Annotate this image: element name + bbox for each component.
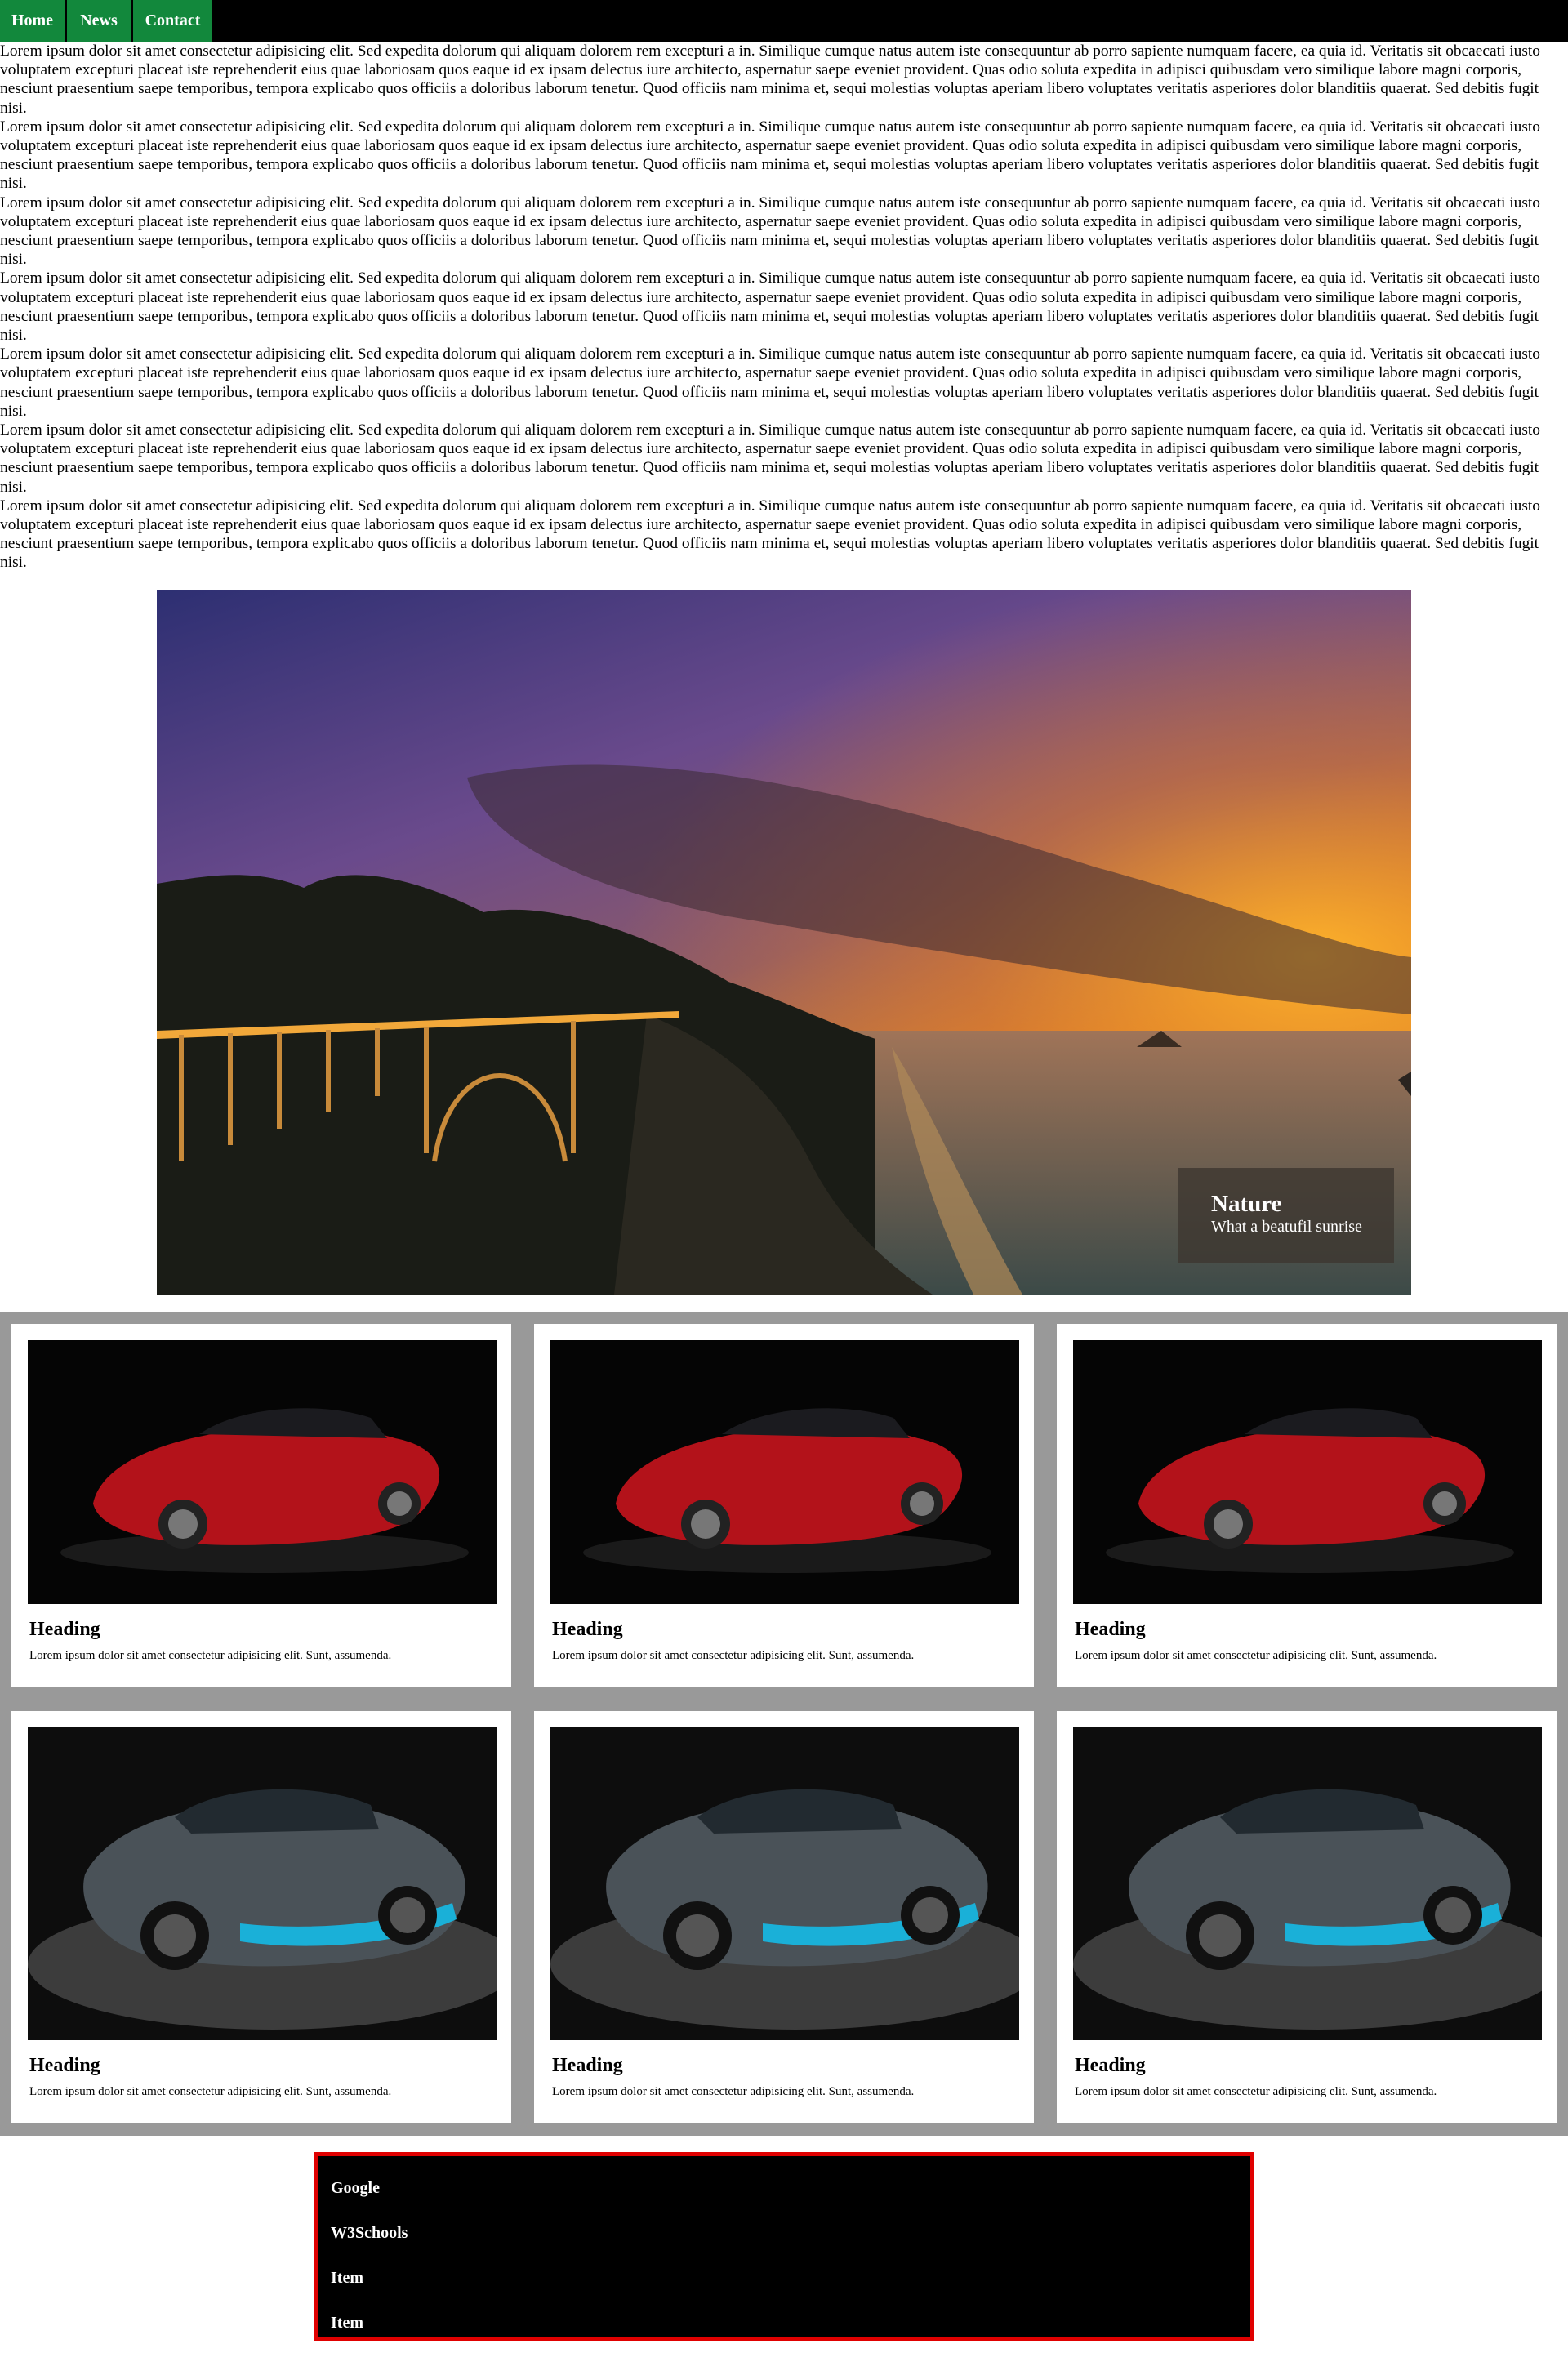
card-row: Heading Lorem ipsum dolor sit amet conse… [11, 1710, 1557, 2123]
card[interactable]: Heading Lorem ipsum dolor sit amet conse… [11, 1323, 511, 1687]
blue-car-image [1073, 1727, 1542, 2040]
hero-image: Nature What a beatufil sunrise [157, 589, 1411, 1295]
card[interactable]: Heading Lorem ipsum dolor sit amet conse… [534, 1710, 1034, 2123]
card[interactable]: Heading Lorem ipsum dolor sit amet conse… [1057, 1710, 1557, 2123]
lorem-paragraph: Lorem ipsum dolor sit amet consectetur a… [0, 497, 1540, 572]
lorem-paragraph: Lorem ipsum dolor sit amet consectetur a… [0, 42, 1540, 117]
card[interactable]: Heading Lorem ipsum dolor sit amet conse… [11, 1710, 511, 2123]
red-car-image [1073, 1339, 1542, 1604]
card[interactable]: Heading Lorem ipsum dolor sit amet conse… [534, 1323, 1034, 1687]
lorem-paragraph: Lorem ipsum dolor sit amet consectetur a… [0, 118, 1540, 193]
card-heading: Heading [1075, 2054, 1146, 2076]
card-heading: Heading [552, 1618, 623, 1640]
blue-car-image [28, 1727, 497, 2040]
top-nav: Home News Contact [0, 0, 1568, 42]
card-text: Lorem ipsum dolor sit amet consectetur a… [1075, 2084, 1437, 2098]
blue-car-image [550, 1727, 1019, 2040]
card-text: Lorem ipsum dolor sit amet consectetur a… [1075, 1648, 1437, 1662]
footer-link-w3schools[interactable]: W3Schools [318, 2211, 1250, 2256]
lorem-paragraph: Lorem ipsum dolor sit amet consectetur a… [0, 270, 1540, 345]
footer-link-item[interactable]: Item [318, 2256, 1250, 2301]
footer-link-item[interactable]: Item [318, 2301, 1250, 2346]
card-text: Lorem ipsum dolor sit amet consectetur a… [552, 2084, 915, 2098]
card-text: Lorem ipsum dolor sit amet consectetur a… [29, 1648, 392, 1662]
cards-grid: Heading Lorem ipsum dolor sit amet conse… [0, 1312, 1568, 2136]
card-row: Heading Lorem ipsum dolor sit amet conse… [11, 1323, 1557, 1687]
nav-news-link[interactable]: News [67, 0, 133, 42]
card[interactable]: Heading Lorem ipsum dolor sit amet conse… [1057, 1323, 1557, 1687]
hero-caption: Nature What a beatufil sunrise [1178, 1167, 1394, 1263]
nav-contact-link[interactable]: Contact [133, 0, 215, 42]
nav-home-link[interactable]: Home [0, 0, 67, 42]
lorem-paragraph: Lorem ipsum dolor sit amet consectetur a… [0, 345, 1540, 420]
card-heading: Heading [29, 2054, 100, 2076]
card-heading: Heading [552, 2054, 623, 2076]
footer-menu: Google W3Schools Item Item [314, 2151, 1254, 2341]
red-car-image [550, 1339, 1019, 1604]
lorem-text-section: Lorem ipsum dolor sit amet consectetur a… [0, 42, 1568, 573]
card-heading: Heading [1075, 1618, 1146, 1640]
lorem-paragraph: Lorem ipsum dolor sit amet consectetur a… [0, 194, 1540, 269]
card-text: Lorem ipsum dolor sit amet consectetur a… [552, 1648, 915, 1662]
caption-subtitle: What a beatufil sunrise [1211, 1217, 1362, 1236]
footer-link-google[interactable]: Google [318, 2166, 1250, 2211]
red-car-image [28, 1339, 497, 1604]
card-text: Lorem ipsum dolor sit amet consectetur a… [29, 2084, 392, 2098]
caption-title: Nature [1211, 1190, 1282, 1217]
card-heading: Heading [29, 1618, 100, 1640]
lorem-paragraph: Lorem ipsum dolor sit amet consectetur a… [0, 421, 1540, 496]
